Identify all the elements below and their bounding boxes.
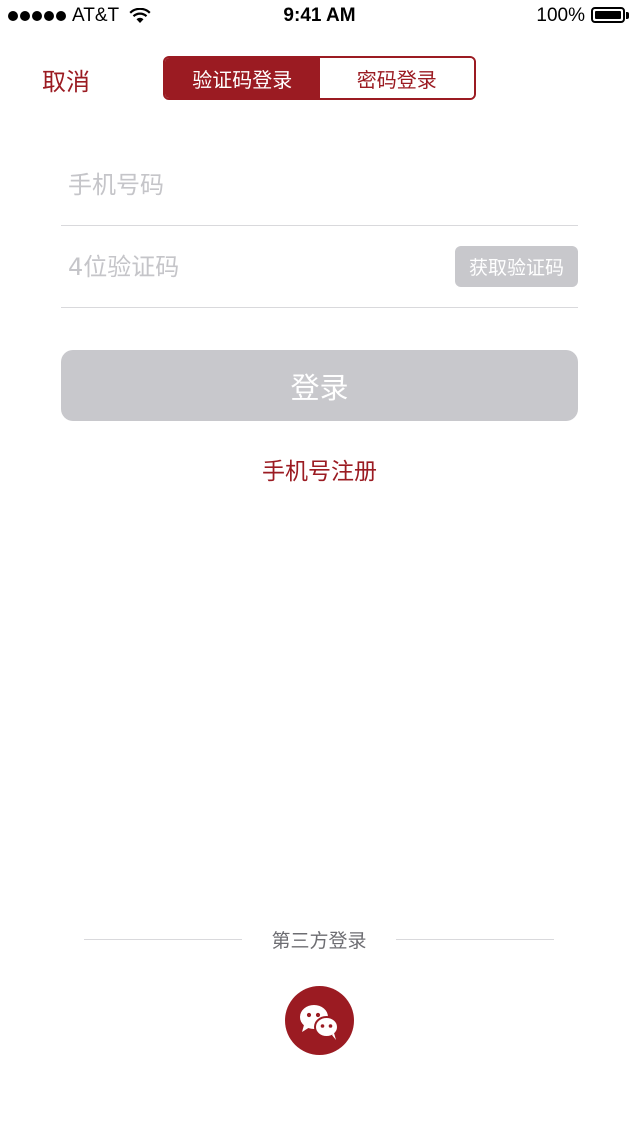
status-bar: AT&T 9:41 AM 100%: [0, 0, 639, 34]
tab-password-login[interactable]: 密码登录: [319, 58, 474, 98]
divider-right: [396, 939, 554, 940]
login-mode-segmented-control: 验证码登录 密码登录: [163, 56, 476, 100]
code-field-row: 获取验证码: [61, 226, 578, 308]
cancel-button[interactable]: 取消: [42, 62, 90, 97]
status-right: 100%: [536, 5, 631, 27]
battery-icon: [591, 7, 631, 25]
phone-input[interactable]: [61, 145, 428, 225]
battery-percent: 100%: [536, 5, 585, 26]
phone-field-row: [61, 145, 578, 226]
wechat-login-button[interactable]: [285, 986, 354, 1055]
tab-sms-code-login[interactable]: 验证码登录: [165, 58, 320, 98]
register-link[interactable]: 手机号注册: [0, 452, 639, 486]
verification-code-input[interactable]: [61, 226, 428, 307]
login-button[interactable]: 登录: [61, 350, 578, 421]
third-party-login-divider: 第三方登录: [84, 926, 554, 954]
get-code-button[interactable]: 获取验证码: [455, 246, 578, 287]
wechat-icon: [300, 1005, 339, 1040]
